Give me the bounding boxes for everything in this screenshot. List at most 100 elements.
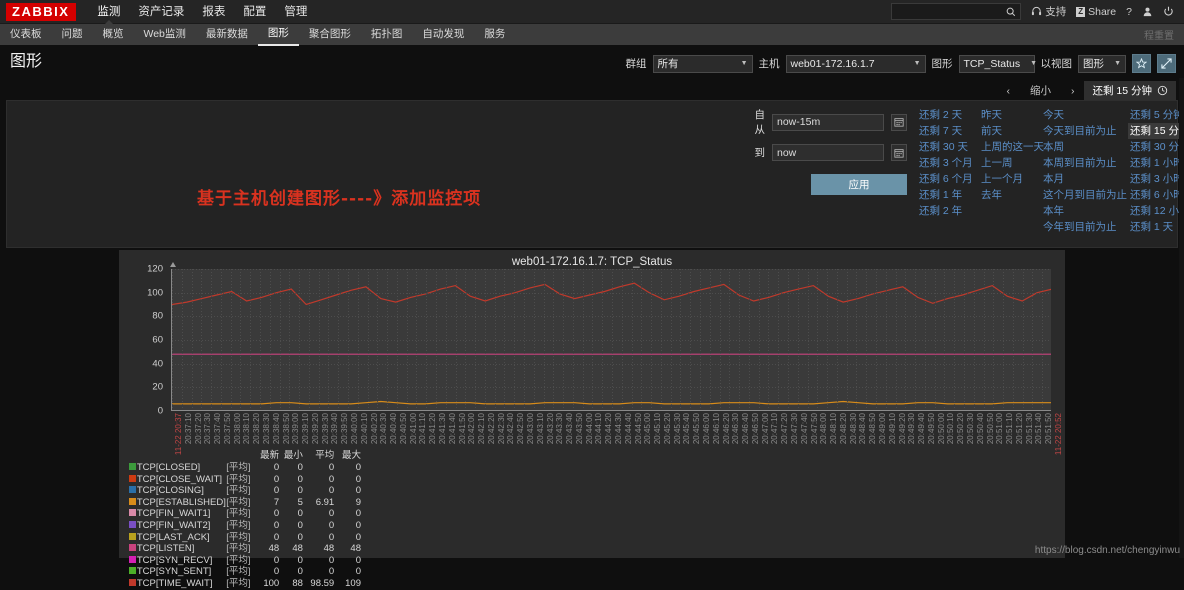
quick-range-column-1-item-2[interactable]: 还剩 30 天 [917,139,979,155]
reset-link[interactable]: 程重置 [1144,27,1184,42]
search-input[interactable] [896,6,1006,17]
time-prev-button[interactable]: ‹ [996,82,1020,100]
subnav-item-services[interactable]: 服务 [474,24,515,45]
x-axis-tick-60: 20:47:00 [761,413,770,444]
quick-range-column-3-item-1[interactable]: 今天到目前为止 [1041,123,1128,139]
from-calendar-button[interactable] [891,114,907,131]
main-nav-item-4[interactable]: 管理 [275,0,316,24]
chevron-down-icon: ▼ [1114,60,1121,67]
user-profile-button[interactable] [1142,6,1153,17]
subnav-item-maps[interactable]: 拓扑图 [361,24,413,45]
legend-item-agg: [平均] [226,485,256,497]
quick-range-column-1-item-3[interactable]: 还剩 3 个月 [917,155,979,171]
quick-range-column-3-item-5[interactable]: 这个月到目前为止 [1041,187,1128,203]
subnav-item-web[interactable]: Web监测 [134,24,196,45]
subnav-item-problems[interactable]: 问题 [52,24,93,45]
time-next-button[interactable]: › [1061,82,1085,100]
legend-item-min: 48 [283,543,307,555]
legend-item-max: 0 [338,532,365,544]
help-link[interactable]: ? [1126,6,1132,18]
quick-range-column-3-item-7[interactable]: 今年到目前为止 [1041,219,1128,235]
subnav-item-dashboard[interactable]: 仪表板 [0,24,52,45]
legend-item-avg: 6.91 [307,497,338,509]
plot-area[interactable] [171,269,1051,411]
zoom-out-button[interactable]: 缩小 [1020,82,1061,100]
quick-range-column-1-item-0[interactable]: 还剩 2 天 [917,107,979,123]
legend-row: TCP[CLOSED][平均]0000 [125,462,365,474]
time-range-fields: 自从 到 [745,107,907,195]
main-nav-item-1[interactable]: 资产记录 [129,0,193,24]
quick-range-column-3-item-3[interactable]: 本周到目前为止 [1041,155,1128,171]
x-axis-tick-83: 20:50:50 [986,413,995,444]
quick-range-column-4-item-4[interactable]: 还剩 3 小时 [1128,171,1184,187]
quick-range-column-2-item-1[interactable]: 前天 [979,123,1041,139]
share-link[interactable]: Z Share [1076,6,1116,18]
quick-range-column-3-item-2[interactable]: 本周 [1041,139,1128,155]
quick-range-column-1-item-1[interactable]: 还剩 7 天 [917,123,979,139]
quick-range-column-4-item-7[interactable]: 还剩 1 天 [1128,219,1184,235]
quick-range-column-1-item-6[interactable]: 还剩 2 年 [917,203,979,219]
quick-range-column-4-item-3[interactable]: 还剩 1 小时 [1128,155,1184,171]
legend-item-min: 0 [283,532,307,544]
quick-range-column-2-item-3[interactable]: 上一周 [979,155,1041,171]
main-nav-item-3[interactable]: 配置 [234,0,275,24]
x-axis-tick-88: 20:51:40 [1034,413,1043,444]
support-link[interactable]: 支持 [1031,4,1066,19]
quick-range-column-3-item-4[interactable]: 本月 [1041,171,1128,187]
quick-range-column-4-item-1[interactable]: 还剩 15 分钟 [1128,123,1184,139]
main-nav-item-0[interactable]: 监测 [88,0,129,24]
legend-item-max: 0 [338,508,365,520]
subnav-item-screens[interactable]: 聚合图形 [299,24,361,45]
annotation-note: 基于主机创建图形----》添加监控项 [197,184,481,209]
legend-item-name: TCP[SYN_RECV] [137,555,226,567]
subnav-item-graphs[interactable]: 图形 [258,23,299,46]
logout-button[interactable] [1163,6,1174,17]
quick-range-column-1-item-4[interactable]: 还剩 6 个月 [917,171,979,187]
quick-range-column-1-item-5[interactable]: 还剩 1 年 [917,187,979,203]
group-select[interactable]: 所有 ▼ [653,55,753,73]
series-line-3 [172,402,1051,404]
legend-item-last: 0 [256,520,283,532]
group-label: 群组 [626,56,647,71]
subnav-item-latest-data[interactable]: 最新数据 [196,24,258,45]
add-favorite-button[interactable] [1132,54,1151,73]
subnav-item-discovery[interactable]: 自动发现 [412,24,474,45]
chevron-left-icon: ‹ [1006,85,1010,97]
legend-item-last: 100 [256,578,283,590]
graph-select[interactable]: TCP_Status ▼ [959,55,1035,73]
global-search[interactable] [891,3,1021,20]
page-title: 图形 [10,47,42,71]
page-scrollbar[interactable] [1179,78,1184,558]
quick-range-column-4-item-2[interactable]: 还剩 30 分钟 [1128,139,1184,155]
quick-range-column-4-item-0[interactable]: 还剩 5 分钟 [1128,107,1184,123]
legend-swatch [125,474,137,486]
legend-row: TCP[FIN_WAIT2][平均]0000 [125,520,365,532]
legend-item-name: TCP[LISTEN] [137,543,226,555]
subnav-item-overview[interactable]: 概览 [93,24,134,45]
x-axis-tick-54: 20:46:00 [702,413,711,444]
to-input[interactable] [772,144,884,161]
main-nav-item-2[interactable]: 报表 [193,0,234,24]
quick-range-column-2-item-5[interactable]: 去年 [979,187,1041,203]
quick-range-column-3-item-0[interactable]: 今天 [1041,107,1128,123]
quick-range-column-2-item-4[interactable]: 上一个月 [979,171,1041,187]
to-calendar-button[interactable] [891,144,907,161]
y-axis-tick-1: 20 [152,382,163,393]
quick-range-column-2-item-2[interactable]: 上周的这一天 [979,139,1041,155]
legend-swatch [125,497,137,509]
time-range-toggle[interactable]: 还剩 15 分钟 [1084,81,1176,100]
from-input[interactable] [772,114,884,131]
host-select[interactable]: web01-172.16.1.7 ▼ [786,55,926,73]
fullscreen-button[interactable] [1157,54,1176,73]
zabbix-logo[interactable]: ZABBIX [6,3,76,21]
legend-item-name: TCP[FIN_WAIT1] [137,508,226,520]
quick-range-column-2-item-0[interactable]: 昨天 [979,107,1041,123]
graph-legend: 最新 最小 平均 最大 TCP[CLOSED][平均]0000TCP[CLOSE… [125,450,365,590]
apply-button[interactable]: 应用 [811,174,907,195]
quick-range-column-4-item-5[interactable]: 还剩 6 小时 [1128,187,1184,203]
legend-item-last: 0 [256,485,283,497]
quick-range-column-4-item-6[interactable]: 还剩 12 小时 [1128,203,1184,219]
view-as-select[interactable]: 图形 ▼ [1078,55,1126,73]
quick-range-column-3-item-6[interactable]: 本年 [1041,203,1128,219]
legend-item-avg: 0 [307,485,338,497]
